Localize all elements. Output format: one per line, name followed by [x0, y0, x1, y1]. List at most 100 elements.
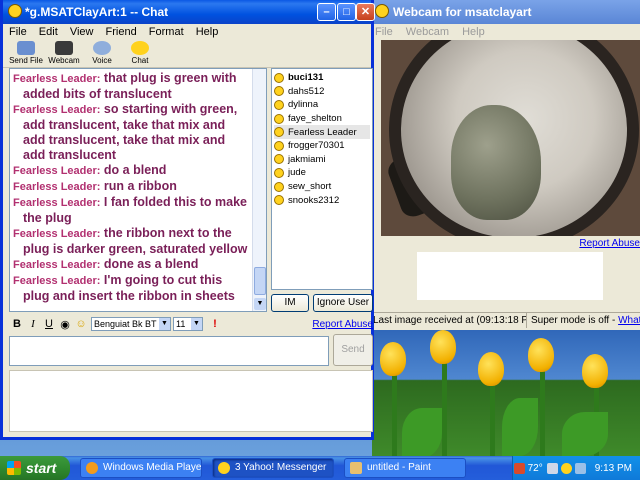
messages-scrollbar[interactable]: ▼ [252, 69, 266, 311]
task-windows-media-player[interactable]: Windows Media Player [80, 458, 202, 478]
chat-message: Fearless Leader: I fan folded this to ma… [13, 195, 250, 226]
italic-button[interactable]: I [25, 318, 41, 330]
chat-button[interactable]: Chat [121, 40, 159, 67]
webcam-menu-bar: File Webcam Help [369, 24, 640, 40]
report-abuse-link[interactable]: Report Abuse [312, 319, 373, 330]
voice-icon [93, 41, 111, 55]
chat-message: Fearless Leader: so starting with green,… [13, 102, 250, 163]
chat-toolbar: Send File Webcam Voice Chat [3, 40, 371, 68]
color-palette-icon[interactable]: ◉ [57, 318, 73, 331]
chat-message: Fearless Leader: done as a blend [13, 257, 250, 273]
bold-button[interactable]: B [9, 318, 25, 330]
start-label: start [26, 460, 57, 476]
font-size-select[interactable]: 11 ▼ [173, 317, 203, 331]
message-sender: Fearless Leader: [13, 228, 101, 240]
emoticon-icon[interactable]: ☺ [73, 318, 89, 330]
user-list-item[interactable]: snooks2312 [274, 193, 370, 207]
chat-messages-pane[interactable]: Fearless Leader: that plug is green with… [9, 68, 267, 312]
user-list-item[interactable]: jude [274, 166, 370, 180]
user-list-item[interactable]: dahs512 [274, 85, 370, 99]
send-file-button[interactable]: Send File [7, 40, 45, 67]
menu-edit[interactable]: Edit [39, 26, 58, 38]
font-select[interactable]: Benguiat Bk BT ▼ [91, 317, 171, 331]
weather-icon[interactable] [513, 462, 525, 474]
ignore-user-button[interactable]: Ignore User [313, 294, 373, 312]
message-sender: Fearless Leader: [13, 197, 101, 209]
send-button[interactable]: Send [333, 334, 373, 366]
menu-view[interactable]: View [70, 26, 94, 38]
user-list-item[interactable]: buci131 [274, 71, 370, 85]
system-tray: 72° 9:13 PM [512, 456, 640, 480]
task-paint[interactable]: untitled - Paint [344, 458, 466, 478]
webcam-icon [55, 41, 73, 55]
tray-temperature[interactable]: 72° [528, 463, 543, 474]
user-list-item[interactable]: faye_shelton [274, 112, 370, 126]
user-list[interactable]: buci131 dahs512 dylinna faye_shelton Fearles… [271, 68, 373, 290]
message-input[interactable] [9, 336, 329, 366]
volume-icon[interactable] [574, 462, 586, 474]
scroll-down-arrow[interactable]: ▼ [254, 298, 266, 310]
user-list-item[interactable]: jakmiami [274, 153, 370, 167]
scrollbar-thumb[interactable] [254, 267, 266, 295]
windows-logo-icon [7, 461, 21, 475]
minimize-button[interactable]: – [317, 3, 336, 21]
menu-friend[interactable]: Friend [106, 26, 137, 38]
smiley-icon [274, 127, 284, 138]
user-name: snooks2312 [288, 194, 340, 206]
start-button[interactable]: start [0, 456, 70, 480]
menu-file[interactable]: File [9, 26, 27, 38]
task-label: untitled - Paint [367, 462, 431, 473]
user-list-item[interactable]: dylinna [274, 98, 370, 112]
user-list-item[interactable]: frogger70301 [274, 139, 370, 153]
send-file-icon [17, 41, 35, 55]
smiley-icon [274, 195, 284, 206]
message-sender: Fearless Leader: [13, 165, 101, 177]
chat-message: Fearless Leader: the ribbon next to the … [13, 226, 250, 257]
chat-message: Fearless Leader: run a ribbon [13, 179, 250, 195]
smiley-icon [274, 140, 284, 151]
message-text: run a ribbon [103, 179, 177, 193]
chat-label: Chat [131, 56, 149, 65]
yahoo-smiley-icon [218, 462, 230, 474]
clock[interactable]: 9:13 PM [595, 463, 632, 474]
smiley-icon [274, 99, 284, 110]
smiley-icon [274, 181, 284, 192]
user-list-item[interactable]: Fearless Leader [274, 125, 370, 139]
menu-help[interactable]: Help [196, 26, 219, 38]
user-name: buci131 [288, 72, 324, 84]
webcam-menu-help[interactable]: Help [462, 26, 485, 38]
buzz-icon[interactable]: ! [207, 318, 223, 330]
whats-this-link[interactable]: What's this [618, 315, 640, 326]
user-name: frogger70301 [288, 140, 345, 152]
chat-message: Fearless Leader: I'm going to cut this p… [13, 273, 250, 304]
close-button[interactable]: ✕ [356, 3, 375, 21]
maximize-button[interactable]: □ [337, 3, 356, 21]
chat-message: Fearless Leader: do a blend [13, 163, 250, 179]
chat-menu-bar: File Edit View Friend Format Help [3, 24, 371, 40]
user-name: dahs512 [288, 85, 325, 97]
yahoo-smiley-icon [8, 4, 22, 18]
webcam-menu-webcam[interactable]: Webcam [406, 26, 449, 38]
task-yahoo-messenger[interactable]: 3 Yahoo! Messenger [212, 458, 334, 478]
smiley-icon [274, 86, 284, 97]
chat-window: *g.MSATClayArt:1 -- Chat – □ ✕ File Edit… [0, 0, 375, 440]
chat-title-bar[interactable]: *g.MSATClayArt:1 -- Chat – □ ✕ [3, 0, 375, 24]
message-text: done as a blend [103, 257, 199, 271]
menu-format[interactable]: Format [149, 26, 184, 38]
im-button[interactable]: IM [271, 294, 309, 312]
message-sender: Fearless Leader: [13, 259, 101, 271]
webcam-report-abuse-link[interactable]: Report Abuse [579, 238, 640, 249]
webcam-video-feed [381, 40, 640, 236]
user-name: faye_shelton [288, 113, 342, 125]
last-image-status: Last image received at (09:13:18 PM) [369, 313, 527, 328]
super-mode-text: Super mode is off - [531, 315, 616, 326]
voice-button[interactable]: Voice [83, 40, 121, 67]
webcam-title-bar[interactable]: Webcam for msatclayart [369, 0, 640, 24]
webcam-button[interactable]: Webcam [45, 40, 83, 67]
underline-button[interactable]: U [41, 318, 57, 330]
yahoo-tray-icon[interactable] [560, 462, 572, 474]
network-icon[interactable] [546, 462, 558, 474]
user-list-item[interactable]: sew_short [274, 180, 370, 194]
webcam-menu-file[interactable]: File [375, 26, 393, 38]
smiley-icon [274, 72, 284, 83]
